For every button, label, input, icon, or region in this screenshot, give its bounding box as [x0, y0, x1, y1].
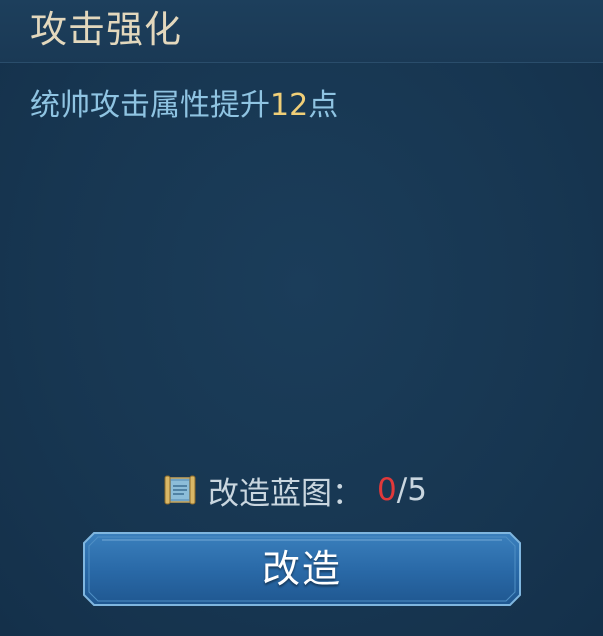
- upgrade-button[interactable]: 改造: [82, 531, 522, 607]
- description-text: 统帅攻击属性提升: [30, 88, 270, 123]
- panel-header: 攻击强化: [0, 0, 603, 63]
- blueprint-count-separator: /: [396, 472, 408, 508]
- blueprint-label: 改造蓝图：: [208, 475, 363, 512]
- upgrade-description: 统帅攻击属性提升12点: [30, 84, 338, 128]
- blueprint-owned-count: 0: [377, 472, 397, 508]
- blueprint-cost: 改造蓝图： 0 / 5: [164, 468, 427, 512]
- panel-title: 攻击强化: [30, 8, 182, 51]
- upgrade-panel: 攻击强化 统帅攻击属性提升12点 改造蓝图： 0 / 5 改造: [0, 0, 603, 636]
- upgrade-button-label: 改造: [261, 547, 342, 591]
- bonus-value: 12: [270, 88, 309, 123]
- blueprint-required-count: 5: [407, 472, 427, 508]
- blueprint-scroll-icon: [164, 473, 196, 507]
- description-unit: 点: [308, 88, 339, 123]
